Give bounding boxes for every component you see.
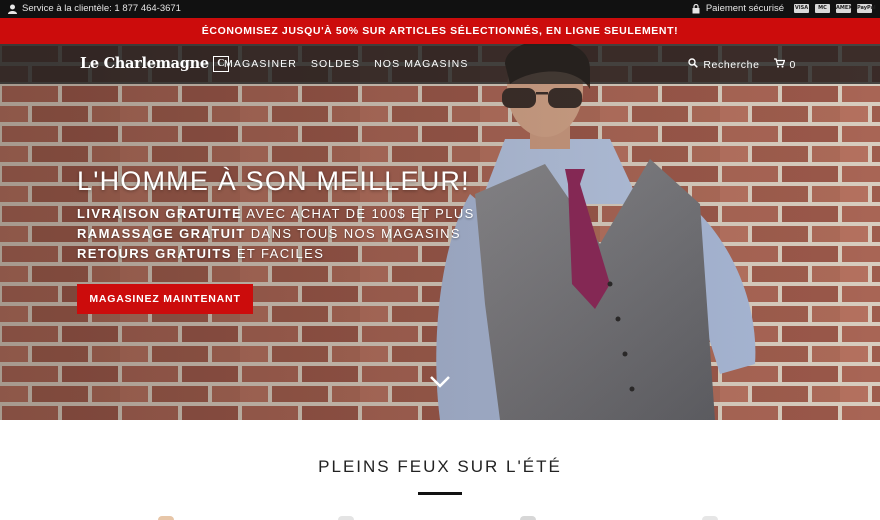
mastercard-icon: MC bbox=[815, 4, 830, 13]
customer-service-text: Service à la clientèle: 1 877 464-3671 bbox=[22, 3, 181, 14]
utility-bar: Service à la clientèle: 1 877 464-3671 P… bbox=[0, 0, 880, 18]
hero-line-bold: RETOURS GRATUITS bbox=[77, 246, 232, 261]
secure-payment-text: Paiement sécurisé bbox=[705, 3, 784, 14]
primary-menu: MAGASINER SOLDES NOS MAGASINS bbox=[224, 58, 468, 70]
secure-payment: Paiement sécurisé VISA MC AMEX PayPal bbox=[692, 3, 876, 14]
cart-button[interactable]: 0 bbox=[773, 58, 796, 71]
visa-card-icon: VISA bbox=[794, 4, 809, 13]
hero-line-pickup: RAMASSAGE GRATUIT DANS TOUS NOS MAGASINS bbox=[77, 226, 461, 241]
user-icon bbox=[8, 4, 17, 14]
shop-now-button[interactable]: MAGASINEZ MAINTENANT bbox=[77, 284, 253, 314]
hero-line-bold: LIVRAISON GRATUITE bbox=[77, 206, 243, 221]
product-thumbnail-peek bbox=[520, 516, 536, 520]
cart-count: 0 bbox=[789, 58, 796, 71]
brand-logo[interactable]: Le Charlemagne C bbox=[80, 55, 229, 72]
amex-card-icon: AMEX bbox=[836, 4, 853, 13]
product-thumbnail-peek bbox=[158, 516, 174, 520]
hero-line-rest: DANS TOUS NOS MAGASINS bbox=[245, 226, 461, 241]
promo-text: ÉCONOMISEZ JUSQU'À 50% SUR ARTICLES SÉLE… bbox=[201, 25, 679, 37]
paypal-icon: PayPal bbox=[857, 4, 876, 13]
section-divider bbox=[418, 492, 462, 495]
search-button[interactable]: Recherche bbox=[688, 58, 759, 71]
hero-line-returns: RETOURS GRATUITS ET FACILES bbox=[77, 246, 324, 261]
chevron-down-icon[interactable] bbox=[428, 374, 452, 395]
product-thumbnail-peek bbox=[338, 516, 354, 520]
promo-banner[interactable]: ÉCONOMISEZ JUSQU'À 50% SUR ARTICLES SÉLE… bbox=[0, 18, 880, 44]
hero-title: L'HOMME À SON MEILLEUR! bbox=[77, 166, 470, 196]
nav-item-nos-magasins[interactable]: NOS MAGASINS bbox=[374, 58, 468, 70]
lock-icon bbox=[692, 3, 700, 14]
nav-item-magasiner[interactable]: MAGASINER bbox=[224, 58, 297, 70]
nav-tools: Recherche 0 bbox=[688, 58, 796, 71]
main-navigation: Le Charlemagne C MAGASINER SOLDES NOS MA… bbox=[0, 44, 880, 84]
hero-line-rest: ET FACILES bbox=[231, 246, 325, 261]
hero-line-rest: AVEC ACHAT DE 100$ ET PLUS bbox=[242, 206, 475, 221]
hero-line-shipping: LIVRAISON GRATUITE AVEC ACHAT DE 100$ ET… bbox=[77, 206, 475, 221]
customer-service[interactable]: Service à la clientèle: 1 877 464-3671 bbox=[8, 3, 181, 14]
hero-line-bold: RAMASSAGE GRATUIT bbox=[77, 226, 246, 241]
search-label: Recherche bbox=[703, 58, 760, 71]
logo-text: Le Charlemagne bbox=[80, 55, 209, 72]
cart-icon bbox=[773, 58, 785, 71]
search-icon bbox=[688, 58, 699, 71]
section-title: PLEINS FEUX SUR L'ÉTÉ bbox=[318, 457, 562, 476]
product-thumbnail-peek bbox=[702, 516, 718, 520]
nav-item-soldes[interactable]: SOLDES bbox=[311, 58, 360, 70]
